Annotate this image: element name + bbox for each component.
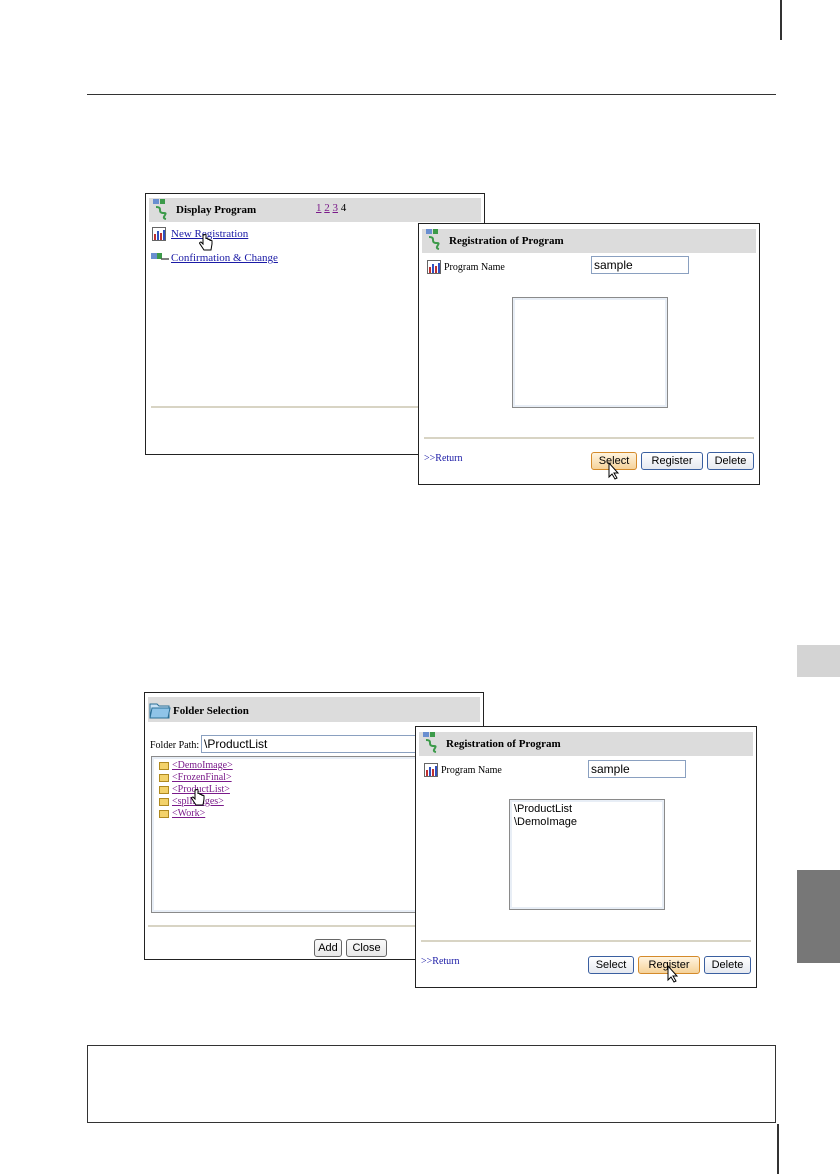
list-item[interactable]: \ProductList [514, 803, 660, 816]
list-item[interactable]: \DemoImage [514, 816, 660, 829]
side-tab-dark [797, 870, 840, 963]
page-link-1[interactable]: 1 [316, 202, 322, 214]
program-change-icon [151, 253, 169, 260]
delete-button-2[interactable]: Delete [704, 956, 751, 974]
folder-icon [159, 761, 169, 770]
folder-path-label: Folder Path: [150, 740, 200, 751]
side-tab-light [797, 645, 840, 677]
folder-selection-title: Folder Selection [173, 705, 249, 717]
program-name-input-1[interactable]: sample [591, 256, 689, 274]
folder-list-box-2[interactable]: \ProductList \DemoImage [509, 799, 665, 910]
page-link-2[interactable]: 2 [324, 202, 330, 214]
add-button[interactable]: Add [314, 939, 342, 957]
program-icon [426, 229, 440, 250]
registration-title-1: Registration of Program [449, 235, 564, 247]
delete-button-1[interactable]: Delete [707, 452, 754, 470]
program-icon [423, 732, 437, 753]
select-button-2[interactable]: Select [588, 956, 634, 974]
graph-icon [152, 227, 166, 241]
pointer-cursor-icon [608, 462, 620, 480]
graph-icon [427, 260, 441, 274]
folder-item-5[interactable]: <Work> [159, 808, 205, 819]
folder-link[interactable]: <Work> [172, 808, 205, 819]
graph-icon [424, 763, 438, 777]
hand-cursor-icon [199, 234, 213, 251]
program-name-label-1: Program Name [444, 262, 505, 273]
registration-separator-2 [421, 940, 751, 942]
program-icon [153, 199, 167, 220]
page-numbers: 1 2 3 4 [316, 202, 346, 214]
folder-link[interactable]: <DemoImage> [172, 760, 233, 771]
folder-item-1[interactable]: <DemoImage> [159, 760, 233, 771]
note-box [87, 1045, 776, 1123]
folder-path-input[interactable]: \ProductList [201, 735, 441, 753]
program-name-label-2: Program Name [441, 765, 502, 776]
folder-icon [159, 785, 169, 794]
page-link-3[interactable]: 3 [333, 202, 339, 214]
folder-icon [149, 703, 171, 719]
program-name-input-2[interactable]: sample [588, 760, 686, 778]
header-rule [87, 94, 776, 95]
folder-icon [159, 797, 169, 806]
folder-icon [159, 773, 169, 782]
page-corner-mark [780, 0, 782, 40]
pointer-cursor-icon [667, 965, 679, 983]
confirmation-change-link[interactable]: Confirmation & Change [171, 252, 278, 264]
folder-icon [159, 809, 169, 818]
folder-list-box-1[interactable] [512, 297, 668, 408]
registration-window-1: Registration of Program Program Name sam… [418, 223, 760, 485]
return-link-1[interactable]: >>Return [424, 453, 463, 464]
display-program-title: Display Program [176, 204, 257, 216]
hand-cursor-icon [191, 789, 205, 806]
return-link-2[interactable]: >>Return [421, 956, 460, 967]
page-bottom-mark [777, 1124, 779, 1174]
folder-item-2[interactable]: <FrozenFinal> [159, 772, 232, 783]
registration-title-2: Registration of Program [446, 738, 561, 750]
register-button-1[interactable]: Register [641, 452, 703, 470]
page-current-4: 4 [340, 202, 347, 214]
registration-separator-1 [424, 437, 754, 439]
registration-window-2: Registration of Program Program Name sam… [415, 726, 757, 988]
folder-link[interactable]: <FrozenFinal> [172, 772, 232, 783]
close-button[interactable]: Close [346, 939, 387, 957]
